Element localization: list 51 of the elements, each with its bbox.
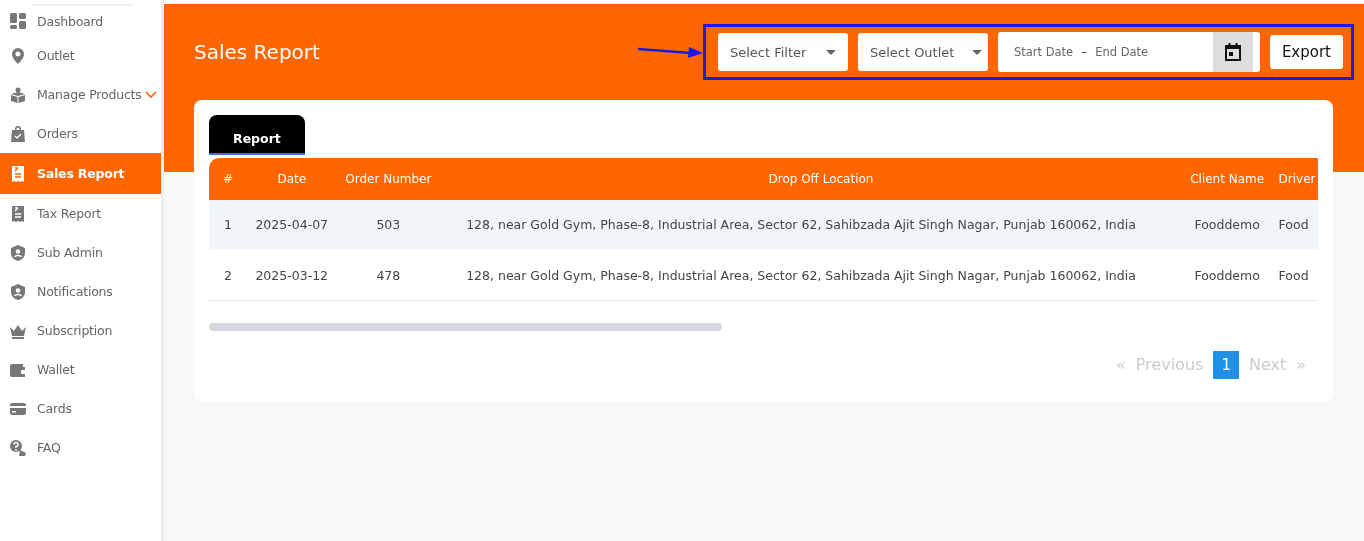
table-cell: Fooddemo (1194, 268, 1260, 283)
receipt-icon (9, 204, 27, 223)
sidebar-item[interactable]: Manage Products (0, 75, 161, 114)
shield-icon (9, 282, 27, 301)
sidebar-item[interactable]: Subscription (0, 311, 161, 350)
sidebar-item[interactable]: Notifications (0, 272, 161, 311)
page-button[interactable]: 1 (1213, 350, 1239, 379)
select-dropdown[interactable]: Select Filter (717, 33, 848, 71)
sidebar-item[interactable]: Cards (0, 389, 161, 428)
sidebar-item[interactable]: Tax Report (0, 194, 161, 233)
sidebar-item[interactable]: Sub Admin (0, 233, 161, 272)
column-header: # (209, 158, 247, 200)
table-cell: 503 (376, 216, 401, 232)
table-cell: 1 (224, 216, 232, 232)
column-header: Client Name (1181, 158, 1273, 200)
tab[interactable]: Report (209, 115, 305, 155)
sidebar-item[interactable]: Outlet (0, 36, 161, 75)
sidebar-item[interactable]: Wallet (0, 350, 161, 389)
table-cell: 128, near Gold Gym, Phase-8, Industrial Area, Sector 62, Sahibzada Ajit Singh Nagar, Punjab 160062, India (466, 216, 1136, 232)
sidebar-item[interactable]: Orders (0, 114, 161, 153)
table-cell: Fooddemo (1194, 216, 1260, 232)
table-row[interactable]: 1 2025-04-07 503 128, near Gold Gym, Phase-8, Industrial Area, Sector 62, Sahibzada Ajit Singh Nagar, Punjab 160062, India Fooddemo Food (209, 200, 1318, 250)
page-title: Sales Report (194, 40, 321, 64)
box-icon (9, 85, 27, 104)
shield-icon (9, 243, 27, 262)
sidebar-item[interactable]: Dashboard (0, 6, 161, 36)
scrollbar-thumb[interactable] (209, 322, 722, 331)
table-cell: Food (1278, 268, 1309, 283)
receipt-icon (9, 164, 27, 183)
question-icon (9, 438, 27, 457)
export-button[interactable]: Export (1269, 35, 1343, 69)
column-header: Date (247, 158, 337, 200)
table-cell: 2 (224, 268, 232, 283)
bag-icon (9, 124, 27, 143)
table-cell: 2025-03-12 (255, 268, 329, 283)
table-row[interactable]: 2 2025-03-12 478 128, near Gold Gym, Phase-8, Industrial Area, Sector 62, Sahibzada Ajit Singh Nagar, Punjab 160062, India Fooddemo Food (209, 250, 1318, 300)
caret-icon (825, 49, 836, 55)
table-cell: Food (1278, 216, 1309, 232)
sidebar-item[interactable]: FAQ (0, 428, 161, 467)
column-header: Driver (1272, 158, 1318, 200)
table-cell: 478 (376, 268, 401, 283)
date-range-field[interactable]: Start Date – End Date (997, 32, 1260, 72)
column-header: Drop Off Location (440, 158, 1182, 200)
pin-icon (9, 46, 27, 65)
column-header: Order Number (336, 158, 441, 200)
grid-icon (9, 12, 27, 30)
table-cell: 2025-04-07 (255, 216, 329, 232)
table-cell: 128, near Gold Gym, Phase-8, Industrial Area, Sector 62, Sahibzada Ajit Singh Nagar, Punjab 160062, India (466, 268, 1136, 283)
caret-icon (972, 49, 983, 55)
calendar-icon[interactable] (1222, 42, 1243, 62)
select-dropdown[interactable]: Select Outlet (857, 33, 988, 71)
